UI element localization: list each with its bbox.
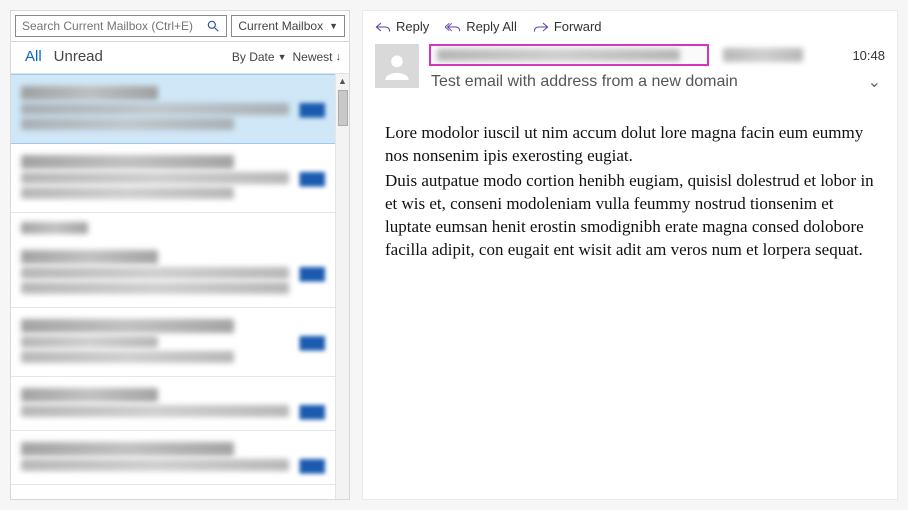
reply-label: Reply — [396, 19, 429, 34]
tab-all[interactable]: All — [19, 46, 48, 67]
forward-icon — [533, 20, 549, 34]
person-icon — [383, 52, 411, 80]
sort-by-dropdown[interactable]: By Date ▼ — [232, 50, 287, 64]
avatar — [375, 44, 419, 88]
app-root: Current Mailbox ▼ All Unread By Date ▼ N… — [0, 0, 908, 510]
cc-redacted — [723, 48, 803, 62]
received-time: 10:48 — [852, 48, 885, 63]
message-item[interactable]: ███ — [11, 239, 335, 308]
arrow-down-icon: ↓ — [336, 51, 342, 63]
forward-label: Forward — [554, 19, 602, 34]
reply-all-label: Reply All — [466, 19, 517, 34]
expand-header-button[interactable]: ⌄ — [864, 72, 885, 92]
sort-by-label: By Date — [232, 50, 275, 64]
group-header — [11, 213, 335, 239]
search-scope-label: Current Mailbox — [238, 19, 323, 33]
search-row: Current Mailbox ▼ — [11, 11, 349, 42]
message-actions: Reply Reply All Forward — [363, 11, 897, 40]
tab-unread[interactable]: Unread — [48, 46, 109, 67]
mailbox-panel: Current Mailbox ▼ All Unread By Date ▼ N… — [10, 10, 350, 500]
message-body: Lore modolor iuscil ut nim accum dolut l… — [363, 92, 897, 264]
header-main: 10:48 Test email with address from a new… — [429, 44, 885, 92]
reply-icon — [375, 20, 391, 34]
reply-all-icon — [445, 20, 461, 34]
message-item[interactable]: ███ — [11, 74, 335, 144]
search-icon — [206, 19, 220, 33]
message-item[interactable]: ███ — [11, 377, 335, 431]
forward-button[interactable]: Forward — [533, 19, 602, 34]
search-scope-dropdown[interactable]: Current Mailbox ▼ — [231, 15, 345, 37]
message-item[interactable]: ███ — [11, 308, 335, 377]
message-list-container: ███ ███ ███ — [11, 74, 349, 499]
scroll-up-icon[interactable]: ▲ — [338, 74, 347, 88]
search-box[interactable] — [15, 15, 227, 37]
sort-order-label: Newest — [292, 50, 332, 64]
sort-order-dropdown[interactable]: Newest ↓ — [292, 50, 341, 64]
from-line: 10:48 — [429, 44, 885, 66]
chevron-down-icon: ▼ — [329, 21, 338, 31]
message-item[interactable]: ███ — [11, 431, 335, 485]
reading-pane: Reply Reply All Forward 10:48 — [362, 10, 898, 500]
scroll-thumb[interactable] — [338, 90, 348, 126]
message-header: 10:48 Test email with address from a new… — [363, 40, 897, 92]
reply-all-button[interactable]: Reply All — [445, 19, 517, 34]
subject: Test email with address from a new domai… — [429, 73, 864, 91]
subject-row: Test email with address from a new domai… — [429, 72, 885, 92]
body-paragraph: Lore modolor iuscil ut nim accum dolut l… — [385, 122, 875, 168]
message-item[interactable]: ███ — [11, 144, 335, 213]
chevron-down-icon: ▼ — [278, 52, 287, 62]
from-address-highlight — [429, 44, 709, 66]
body-paragraph: Duis autpatue modo cortion henibh eugiam… — [385, 170, 875, 262]
scrollbar[interactable]: ▲ — [335, 74, 349, 499]
reply-button[interactable]: Reply — [375, 19, 429, 34]
search-input[interactable] — [22, 19, 206, 33]
message-list: ███ ███ ███ — [11, 74, 335, 499]
filter-row: All Unread By Date ▼ Newest ↓ — [11, 42, 349, 74]
